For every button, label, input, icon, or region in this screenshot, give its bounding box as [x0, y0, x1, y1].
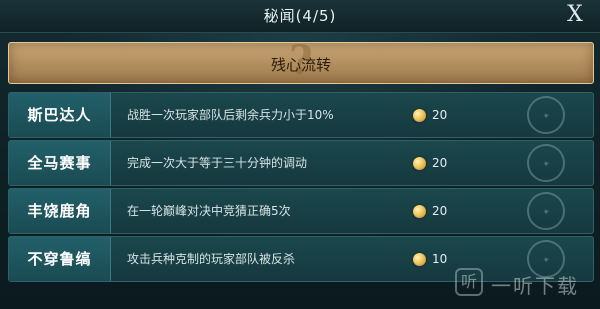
task-description: 攻击兵种克制的玩家部队被反杀 — [127, 252, 296, 266]
secret-banner: ? 残心流转 — [8, 37, 594, 84]
task-row[interactable]: 全马赛事 完成一次大于等于三十分钟的调动 20 ✦ — [8, 139, 594, 187]
task-reward: 20 — [432, 108, 448, 122]
banner-title: 残心流转 — [270, 56, 331, 74]
coin-icon — [413, 205, 426, 218]
title-bar: 秘闻(4/5) X — [0, 0, 600, 33]
site-watermark: 听 一听下载 — [455, 268, 595, 304]
task-description: 完成一次大于等于三十分钟的调动 — [127, 156, 308, 170]
task-row[interactable]: 丰饶鹿角 在一轮巅峰对决中竞猜正确5次 20 ✦ — [8, 187, 594, 235]
completed-stamp-icon: ✦ — [522, 187, 570, 235]
window-title: 秘闻(4/5) — [263, 7, 337, 25]
task-reward: 20 — [432, 204, 448, 218]
coin-icon — [413, 109, 426, 122]
task-name: 不穿鲁缟 — [9, 237, 111, 281]
task-description: 在一轮巅峰对决中竞猜正确5次 — [127, 204, 291, 218]
watermark-text: 一听下载 — [491, 274, 579, 298]
close-button[interactable]: X — [562, 2, 588, 28]
coin-icon — [413, 157, 426, 170]
task-name: 斯巴达人 — [9, 93, 111, 137]
completed-stamp-icon: ✦ — [522, 139, 570, 187]
task-reward: 10 — [432, 252, 448, 266]
completed-stamp-icon: ✦ — [522, 91, 570, 139]
task-row[interactable]: 斯巴达人 战胜一次玩家部队后剩余兵力小于10% 20 ✦ — [8, 91, 594, 139]
task-reward: 20 — [432, 156, 448, 170]
task-description: 战胜一次玩家部队后剩余兵力小于10% — [127, 108, 334, 122]
watermark-logo-icon: 听 — [455, 268, 483, 296]
coin-icon — [413, 253, 426, 266]
task-name: 丰饶鹿角 — [9, 189, 111, 233]
task-name: 全马赛事 — [9, 141, 111, 185]
